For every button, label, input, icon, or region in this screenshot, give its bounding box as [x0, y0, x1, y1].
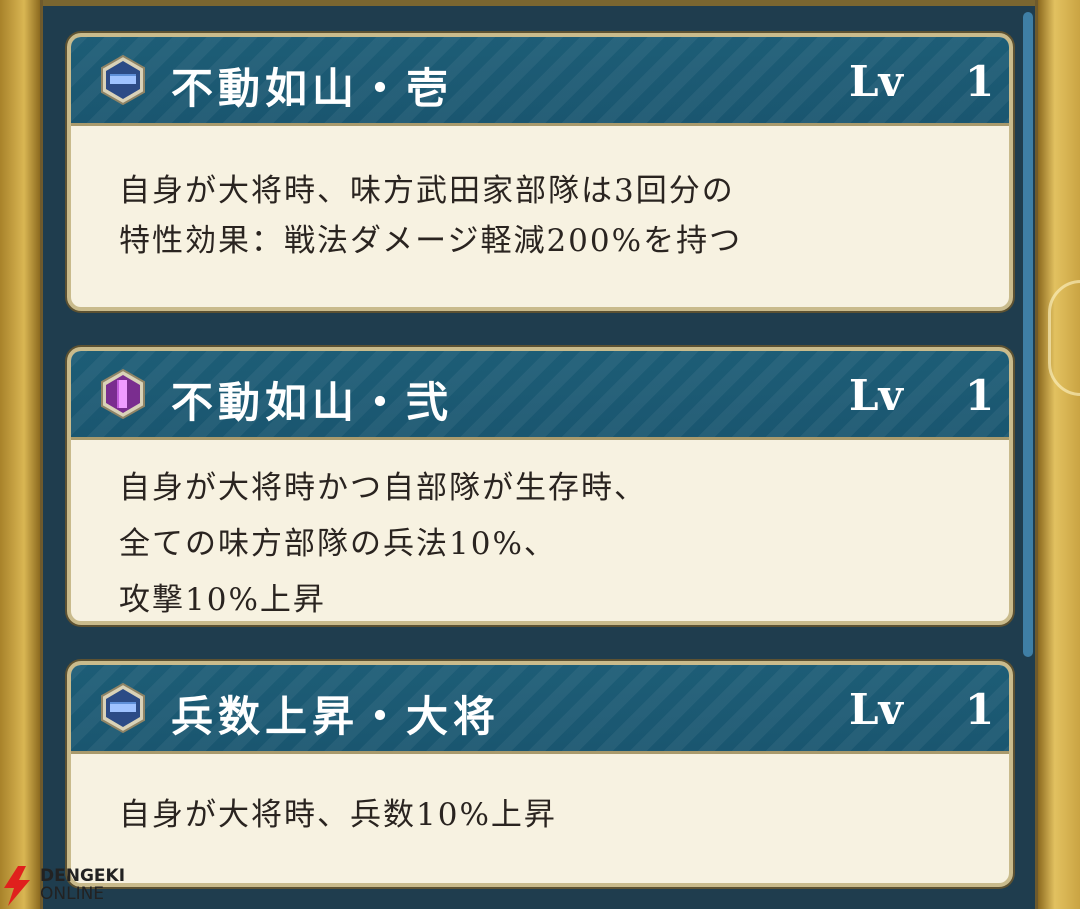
level-label: Lv — [849, 685, 903, 734]
level-value: 1 — [965, 57, 995, 106]
level-label: Lv — [849, 57, 903, 106]
skill-description: 自身が大将時かつ自部隊が生存時、 全ての味方部隊の兵法10%、 攻撃10%上昇 — [71, 440, 1009, 621]
dengeki-online-watermark: DENGEKI ONLINE — [0, 860, 130, 909]
level-label: Lv — [849, 371, 903, 420]
description-line: 全ての味方部隊の兵法10%、 — [119, 526, 557, 562]
skill-card-header: 不動如山・壱 Lv 1 — [71, 37, 1009, 126]
skill-name: 不動如山・壱 — [171, 64, 454, 113]
skill-name: 兵数上昇・大将 — [171, 692, 501, 741]
skill-description: 自身が大将時、味方武田家部隊は3回分の 特性効果：戦法ダメージ軽減200%を持つ — [71, 126, 1009, 266]
skill-card[interactable]: 不動如山・壱 Lv 1 自身が大将時、味方武田家部隊は3回分の 特性効果：戦法ダ… — [67, 33, 1013, 311]
watermark-line1: DENGEKI — [40, 866, 126, 886]
description-line: 攻撃10%上昇 — [119, 582, 326, 618]
level-value: 1 — [965, 371, 995, 420]
blue-hexagon-icon — [101, 682, 145, 734]
blue-hexagon-icon — [101, 54, 145, 106]
skill-card[interactable]: 不動如山・弐 Lv 1 自身が大将時かつ自部隊が生存時、 全ての味方部隊の兵法1… — [67, 347, 1013, 625]
skill-card-header: 不動如山・弐 Lv 1 — [71, 351, 1009, 440]
purple-hexagon-icon — [101, 368, 145, 420]
skill-card-header: 兵数上昇・大将 Lv 1 — [71, 665, 1009, 754]
scrollbar[interactable] — [1023, 12, 1033, 657]
skill-card[interactable]: 兵数上昇・大将 Lv 1 自身が大将時、兵数10%上昇 — [67, 661, 1013, 887]
right-gold-border — [1038, 0, 1080, 909]
lightning-bolt-icon — [4, 866, 30, 906]
skill-description: 自身が大将時、兵数10%上昇 — [71, 754, 1009, 840]
description-line: 自身が大将時かつ自部隊が生存時、 — [119, 470, 647, 506]
skill-name: 不動如山・弐 — [171, 378, 454, 427]
level-value: 1 — [965, 685, 995, 734]
watermark-line2: ONLINE — [40, 884, 105, 904]
description-line: 自身が大将時、兵数10%上昇 — [119, 797, 557, 833]
panel-top-rim — [43, 0, 1035, 6]
description-line: 自身が大将時、味方武田家部隊は3回分の — [119, 173, 735, 209]
left-gold-border — [0, 0, 40, 909]
description-line: 特性効果：戦法ダメージ軽減200%を持つ — [119, 223, 743, 259]
